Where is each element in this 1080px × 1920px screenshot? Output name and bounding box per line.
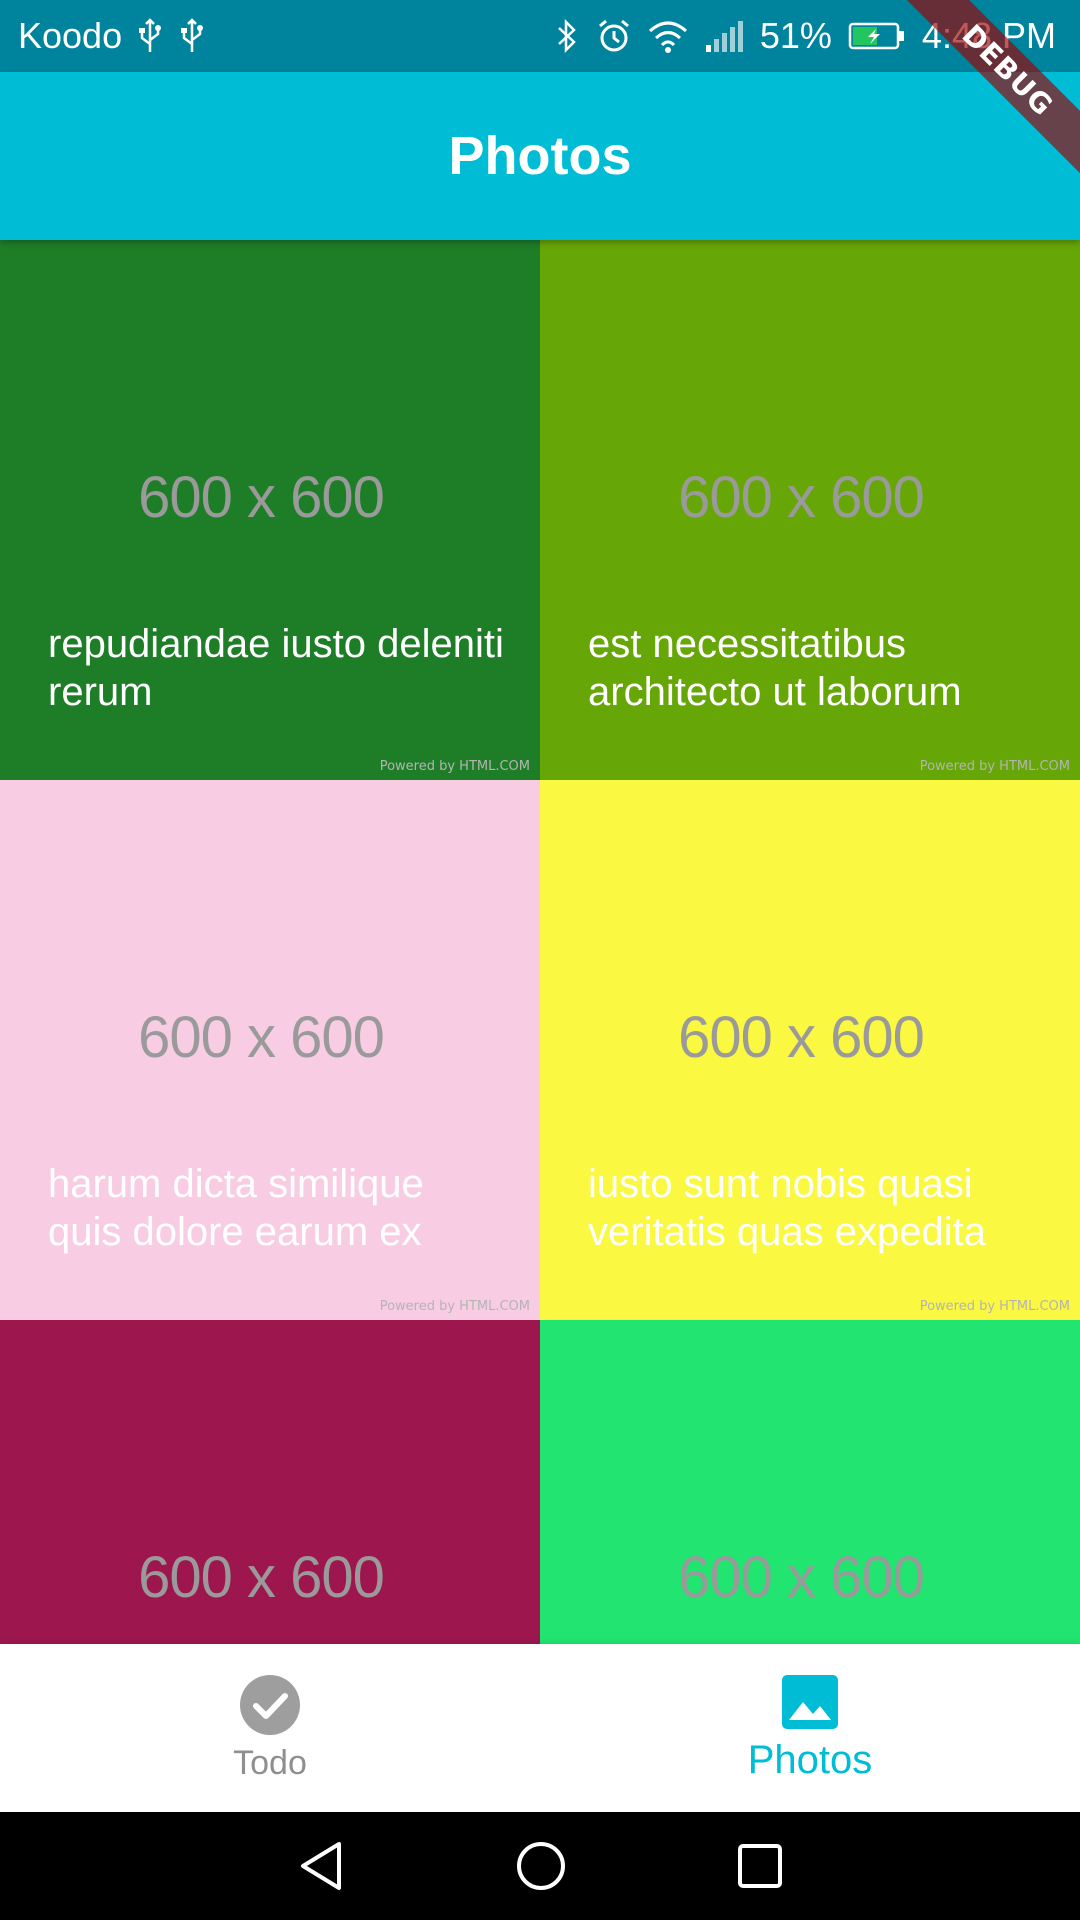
powered-by-label: Powered by HTML.COM [379, 1299, 530, 1314]
alarm-icon [596, 18, 632, 54]
placeholder-size-label: 600 x 600 [678, 465, 925, 530]
photo-tile[interactable]: 600 x 600 harum dicta similique quis dol… [0, 780, 540, 1320]
photo-title: harum dicta similique quis dolore earum … [48, 1162, 424, 1254]
powered-by-label: Powered by HTML.COM [919, 759, 1070, 774]
photo-title: repudiandae iusto deleniti rerum [48, 622, 504, 714]
recents-icon[interactable] [737, 1843, 783, 1889]
status-bar: Koodo 51% 4:48 PM [0, 0, 1080, 72]
image-icon [781, 1674, 839, 1730]
check-circle-icon [239, 1674, 301, 1736]
placeholder-size-label: 600 x 600 [138, 465, 385, 530]
nav-item-todo[interactable]: Todo [0, 1644, 540, 1812]
placeholder-size-label: 600 x 600 [678, 1005, 925, 1070]
photo-tile[interactable]: 600 x 600 [540, 1320, 1080, 1644]
back-icon[interactable] [297, 1840, 345, 1892]
powered-by-label: Powered by HTML.COM [919, 1299, 1070, 1314]
photo-tile[interactable]: 600 x 600 iusto sunt nobis quasi veritat… [540, 780, 1080, 1320]
photo-tile[interactable]: 600 x 600 est necessitatibus architecto … [540, 240, 1080, 780]
bluetooth-icon [554, 18, 580, 54]
usb-icon [178, 18, 206, 54]
battery-percent: 51% [759, 15, 832, 56]
page-title: Photos [448, 126, 632, 186]
system-navigation-bar [0, 1812, 1080, 1920]
status-left: Koodo [18, 15, 206, 57]
usb-icon [136, 18, 164, 54]
bottom-navigation: Todo Photos [0, 1644, 1080, 1812]
nav-item-photos[interactable]: Photos [540, 1644, 1080, 1812]
battery-charging-icon [848, 21, 906, 51]
home-icon[interactable] [515, 1840, 567, 1892]
app-bar: Photos [0, 72, 1080, 240]
powered-by-label: Powered by HTML.COM [379, 759, 530, 774]
clock-time: 4:48 PM [921, 15, 1056, 56]
placeholder-size-label: 600 x 600 [138, 1005, 385, 1070]
photo-grid[interactable]: 600 x 600 repudiandae iusto deleniti rer… [0, 240, 1080, 1644]
photo-title: iusto sunt nobis quasi veritatis quas ex… [588, 1162, 987, 1254]
status-right: 51% 4:48 PM [554, 15, 1056, 57]
photo-tile[interactable]: 600 x 600 [0, 1320, 540, 1644]
placeholder-size-label: 600 x 600 [678, 1545, 925, 1610]
carrier-name: Koodo [18, 15, 123, 56]
photo-title: est necessitatibus architecto ut laborum [588, 622, 962, 714]
placeholder-size-label: 600 x 600 [138, 1545, 385, 1610]
signal-icon [704, 19, 744, 53]
photo-tile[interactable]: 600 x 600 repudiandae iusto deleniti rer… [0, 240, 540, 780]
wifi-icon [648, 19, 688, 53]
nav-label-todo: Todo [233, 1743, 307, 1782]
app-screen: Koodo 51% 4:48 PM Photos DEBUG 600 x 600… [0, 0, 1080, 1920]
nav-label-photos: Photos [747, 1737, 873, 1782]
